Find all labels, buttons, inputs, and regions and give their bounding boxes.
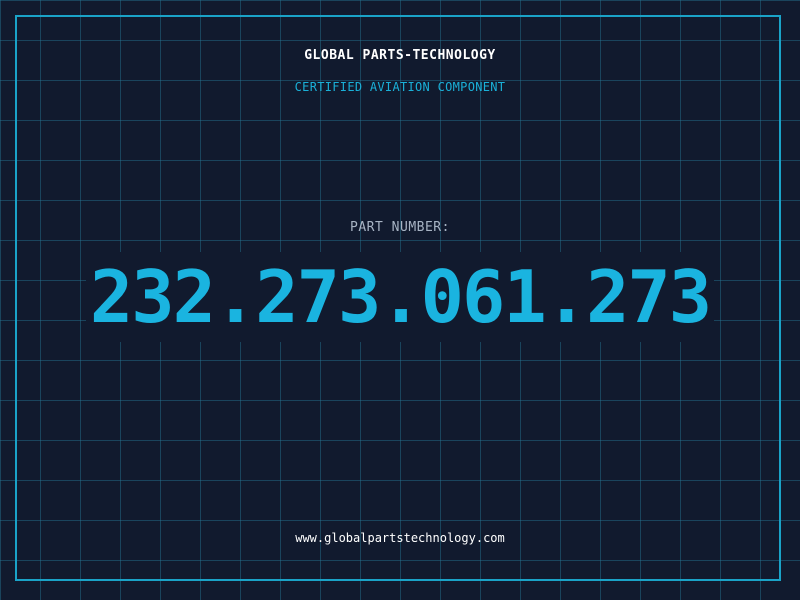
tagline: CERTIFIED AVIATION COMPONENT xyxy=(294,80,506,94)
website-url: www.globalpartstechnology.com xyxy=(295,531,505,545)
part-number-label: PART NUMBER: xyxy=(350,220,450,235)
company-name: GLOBAL PARTS-TECHNOLOGY xyxy=(304,48,496,63)
part-number-container: 232.273.061.273 xyxy=(0,252,800,342)
part-number-value: 232.273.061.273 xyxy=(85,252,715,342)
